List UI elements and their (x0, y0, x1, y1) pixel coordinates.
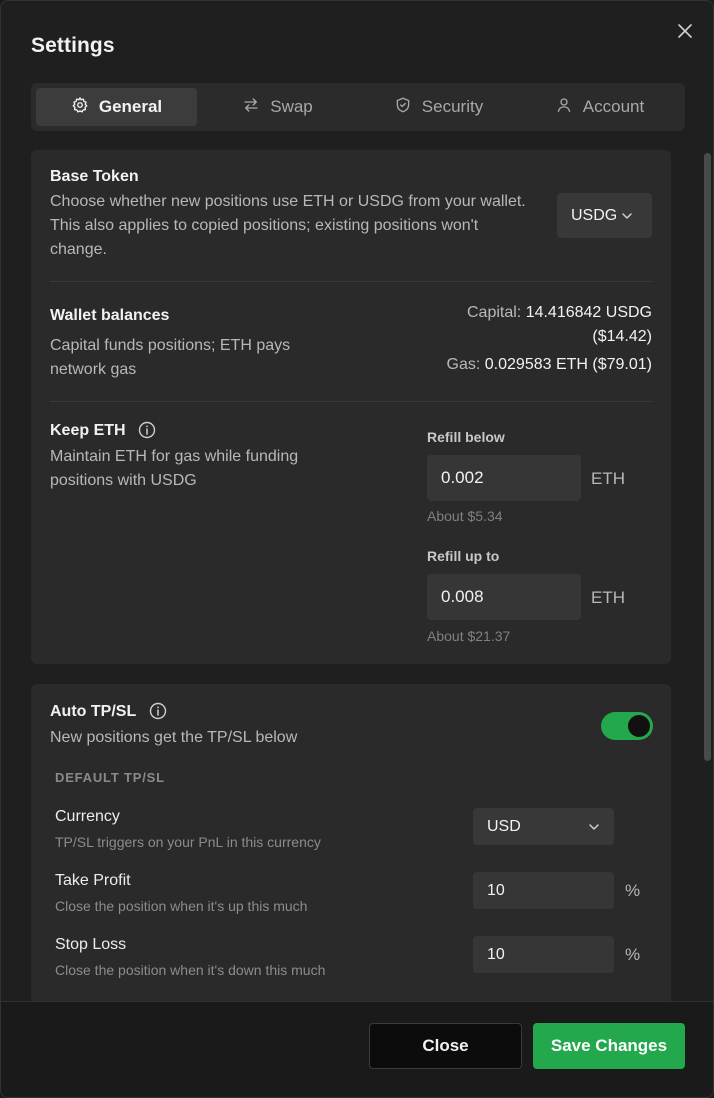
gear-icon (71, 96, 89, 119)
tab-label: Account (582, 97, 645, 116)
wallet-balances-label: Wallet balances (50, 307, 170, 324)
take-profit-unit: % (625, 881, 641, 900)
stop-loss-description: Close the position when it's down this m… (55, 962, 326, 978)
tab-label: Swap (270, 97, 313, 116)
gas-label: Gas: (446, 356, 481, 373)
auto-tpsl-label: Auto TP/SL (50, 703, 137, 720)
take-profit-label: Take Profit (55, 872, 131, 889)
capital-label: Capital: (466, 304, 522, 321)
base-token-value: USDG (571, 206, 618, 224)
stop-loss-input[interactable] (473, 936, 614, 973)
currency-label: Currency (55, 808, 120, 825)
refill-up-input[interactable] (427, 574, 581, 620)
base-token-label: Base Token (50, 168, 139, 185)
gas-value: 0.029583 ETH ($79.01) (484, 356, 652, 373)
refill-below-hint: About $5.34 (427, 508, 503, 524)
stop-loss-label: Stop Loss (55, 936, 127, 953)
close-button[interactable]: Close (369, 1023, 522, 1069)
close-icon[interactable] (675, 21, 695, 41)
refill-up-unit: ETH (591, 588, 625, 607)
settings-dialog: Settings General Swap Security Account B… (0, 0, 714, 1098)
currency-description: TP/SL triggers on your PnL in this curre… (55, 834, 321, 850)
take-profit-input[interactable] (473, 872, 614, 909)
info-icon[interactable] (149, 702, 167, 720)
token-settings-card: Base Token Choose whether new positions … (31, 150, 671, 664)
gas-balance: Gas: 0.029583 ETH ($79.01) (392, 353, 652, 377)
wallet-balances-description: Capital funds positions; ETH pays networ… (50, 337, 291, 378)
capital-balance: Capital: 14.416842 USDG ($14.42) (412, 301, 652, 349)
dialog-title: Settings (31, 34, 115, 57)
currency-value: USD (487, 817, 521, 835)
tab-account[interactable]: Account (519, 88, 680, 126)
tab-security[interactable]: Security (358, 88, 519, 126)
tab-label: General (98, 97, 163, 116)
auto-tpsl-toggle[interactable] (601, 712, 653, 740)
dialog-footer: Close Save Changes (1, 1001, 713, 1097)
tab-swap[interactable]: Swap (197, 88, 358, 126)
chevron-down-icon (621, 210, 633, 222)
refill-below-input[interactable] (427, 455, 581, 501)
tab-label: Security (421, 97, 484, 116)
tab-general[interactable]: General (36, 88, 197, 126)
refill-below-label: Refill below (427, 429, 505, 445)
keep-eth-label: Keep ETH (50, 422, 126, 439)
save-changes-button[interactable]: Save Changes (533, 1023, 685, 1069)
refill-up-label: Refill up to (427, 548, 500, 564)
currency-select[interactable]: USD (473, 808, 614, 845)
shield-icon (394, 96, 412, 119)
auto-tpsl-description: New positions get the TP/SL below (50, 729, 298, 746)
base-token-select[interactable]: USDG (557, 193, 652, 238)
user-icon (555, 96, 573, 119)
auto-tpsl-card: Auto TP/SL New positions get the TP/SL b… (31, 684, 671, 1001)
default-tpsl-heading: DEFAULT TP/SL (55, 770, 165, 785)
refill-below-unit: ETH (591, 469, 625, 488)
info-icon[interactable] (138, 421, 156, 439)
divider (50, 401, 653, 402)
settings-scroll-area[interactable]: Base Token Choose whether new positions … (1, 141, 713, 1001)
keep-eth-description: Maintain ETH for gas while funding posit… (50, 448, 299, 489)
toggle-knob (628, 715, 650, 737)
scrollbar-thumb[interactable] (704, 153, 711, 761)
capital-value: 14.416842 USDG (525, 304, 652, 321)
base-token-description: Choose whether new positions use ETH or … (50, 193, 526, 258)
swap-arrows-icon (242, 96, 260, 119)
refill-up-hint: About $21.37 (427, 628, 511, 644)
take-profit-description: Close the position when it's up this muc… (55, 898, 308, 914)
divider (50, 281, 653, 282)
capital-usd: ($14.42) (592, 328, 652, 345)
tab-bar: General Swap Security Account (31, 83, 685, 131)
stop-loss-unit: % (625, 945, 641, 964)
chevron-down-icon (588, 821, 600, 833)
